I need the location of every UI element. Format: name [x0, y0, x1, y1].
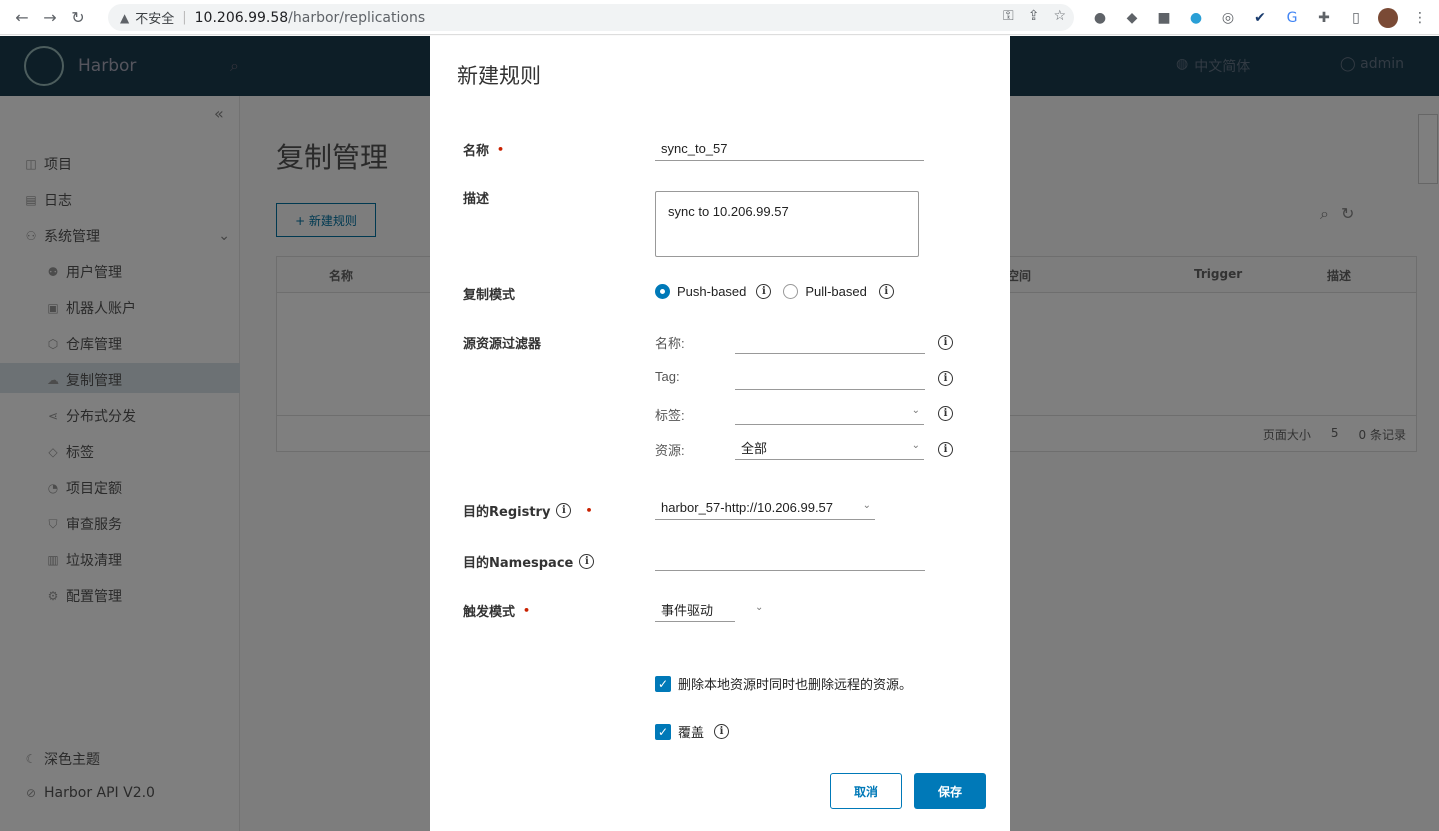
check-extension-icon[interactable]: ✔	[1248, 6, 1272, 30]
dest-registry-label-text: 目的Registry	[463, 505, 551, 520]
filter-resource-select[interactable]: 全部 ⌄	[735, 436, 924, 460]
browser-toolbar: ← → ↻ ▲ 不安全 | 10.206.99.58 /harbor/repli…	[0, 0, 1439, 35]
push-based-label[interactable]: Push-based	[677, 284, 746, 299]
filter-labels-label: 标签:	[655, 408, 685, 423]
chevron-down-icon: ⌄	[911, 405, 920, 416]
dest-namespace-input[interactable]	[655, 547, 925, 571]
reload-icon[interactable]: ↻	[64, 3, 92, 31]
menu-icon[interactable]: ⋮	[1408, 6, 1432, 30]
delete-remote-label: 删除本地资源时同时也删除远程的资源。	[678, 678, 913, 693]
required-marker: •	[523, 604, 531, 617]
info-icon[interactable]: i	[556, 503, 572, 518]
trigger-mode-value: 事件驱动	[661, 603, 714, 618]
save-button[interactable]: 保存	[914, 773, 986, 809]
translate-extension-icon[interactable]: G	[1280, 6, 1304, 30]
info-icon[interactable]: i	[938, 406, 953, 421]
separator: |	[182, 10, 187, 25]
filter-resource-value: 全部	[741, 441, 768, 456]
dest-registry-label: 目的Registry i •	[463, 501, 592, 520]
override-checkbox[interactable]: ✓	[655, 723, 671, 740]
override-checkbox-row[interactable]: ✓ 覆盖 i	[655, 722, 730, 741]
dest-registry-value: harbor_57-http://10.206.99.57	[661, 500, 834, 515]
chevron-down-icon: ⌄	[911, 440, 920, 451]
source-filter-label: 源资源过滤器	[463, 337, 542, 352]
info-icon[interactable]: i	[938, 335, 953, 350]
filter-resource-label: 资源:	[655, 443, 685, 458]
profile-avatar[interactable]	[1376, 6, 1400, 30]
drop-extension-icon[interactable]: ●	[1184, 6, 1208, 30]
info-icon[interactable]: i	[878, 284, 894, 299]
dialog-title: 新建规则	[457, 64, 541, 88]
filter-tag-input[interactable]	[735, 366, 925, 390]
extension-icon[interactable]: ◎	[1216, 6, 1240, 30]
pull-based-label[interactable]: Pull-based	[805, 284, 866, 299]
pull-based-radio[interactable]	[783, 284, 799, 299]
filter-name-input[interactable]	[735, 330, 925, 354]
info-icon[interactable]: i	[938, 442, 953, 457]
security-label: 不安全	[135, 12, 175, 27]
chevron-down-icon[interactable]: ⌄	[755, 602, 763, 613]
filter-labels-select[interactable]: ⌄	[735, 401, 924, 425]
delete-remote-checkbox-row[interactable]: ✓ 删除本地资源时同时也删除远程的资源。	[655, 674, 912, 693]
push-based-radio[interactable]	[655, 284, 670, 299]
required-marker: •	[585, 504, 593, 517]
filter-name-label: 名称:	[655, 336, 685, 351]
url-path: /harbor/replications	[288, 9, 426, 26]
new-rule-dialog: 新建规则 名称 • 描述 复制模式 Push-based i Pull-based…	[430, 36, 1010, 831]
forward-icon[interactable]: →	[36, 3, 64, 31]
extension-icon[interactable]: ◆	[1120, 6, 1144, 30]
back-icon[interactable]: ←	[8, 3, 36, 31]
info-icon[interactable]: i	[756, 284, 772, 299]
cancel-button[interactable]: 取消	[830, 773, 902, 809]
sidebar-toggle-icon[interactable]: ▯	[1344, 6, 1368, 30]
share-icon[interactable]: ⇪	[1028, 8, 1040, 24]
replication-mode-label: 复制模式	[463, 288, 516, 303]
override-label: 覆盖	[678, 726, 705, 741]
puzzle-icon[interactable]: ✚	[1312, 6, 1336, 30]
required-marker: •	[497, 143, 505, 156]
name-label-text: 名称	[463, 144, 490, 159]
name-label: 名称 •	[463, 140, 504, 159]
chevron-down-icon: ⌄	[862, 500, 871, 511]
info-icon[interactable]: i	[714, 724, 730, 739]
description-textarea[interactable]	[655, 191, 919, 257]
url-host: 10.206.99.58	[194, 9, 289, 26]
description-label: 描述	[463, 192, 490, 207]
trigger-mode-select[interactable]: 事件驱动	[655, 598, 735, 622]
trigger-mode-label: 触发模式 •	[463, 601, 530, 620]
dest-namespace-label: 目的Namespace i	[463, 552, 595, 571]
delete-remote-checkbox[interactable]: ✓	[655, 675, 671, 692]
trigger-mode-label-text: 触发模式	[463, 605, 516, 620]
key-icon[interactable]: ⚿	[1003, 8, 1014, 24]
filter-tag-label: Tag:	[655, 369, 680, 384]
extension-icon[interactable]: ■	[1152, 6, 1176, 30]
info-icon[interactable]: i	[938, 371, 953, 386]
dest-registry-select[interactable]: harbor_57-http://10.206.99.57 ⌄	[655, 496, 875, 520]
star-icon[interactable]: ☆	[1053, 8, 1066, 24]
dest-namespace-label-text: 目的Namespace	[463, 556, 574, 571]
address-bar[interactable]: ▲ 不安全 | 10.206.99.58 /harbor/replication…	[108, 4, 1074, 31]
cookie-extension-icon[interactable]: ●	[1088, 6, 1112, 30]
warning-icon: ▲	[120, 10, 130, 25]
info-icon[interactable]: i	[579, 554, 595, 569]
name-input[interactable]	[655, 137, 924, 161]
